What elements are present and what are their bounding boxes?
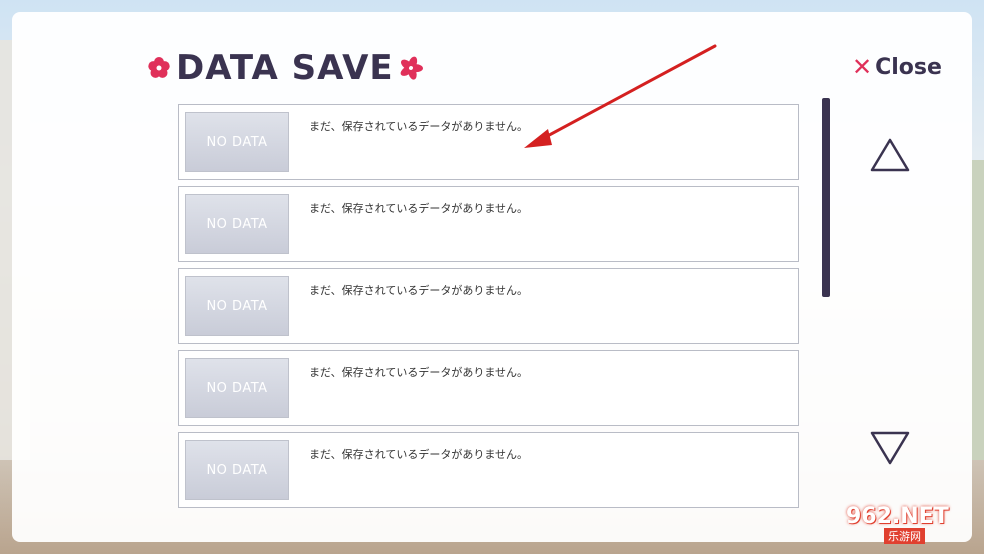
close-x-icon: ✕ — [852, 53, 873, 81]
watermark-logo: 962.NET — [846, 504, 949, 529]
slot-status-text: まだ、保存されているデータがありません。 — [309, 202, 529, 215]
save-slot[interactable]: NO DATA まだ、保存されているデータがありません。 — [178, 186, 799, 262]
save-slot[interactable]: NO DATA まだ、保存されているデータがありません。 — [178, 350, 799, 426]
slot-status-text: まだ、保存されているデータがありません。 — [309, 120, 529, 133]
scrollbar[interactable] — [822, 98, 830, 297]
watermark-subtitle: 乐游网 — [884, 528, 925, 544]
save-slot[interactable]: NO DATA まだ、保存されているデータがありません。 — [178, 432, 799, 508]
slot-status-text: まだ、保存されているデータがありません。 — [309, 366, 529, 379]
save-slot[interactable]: NO DATA まだ、保存されているデータがありません。 — [178, 104, 799, 180]
triangle-down-icon[interactable] — [869, 430, 911, 466]
slot-thumbnail: NO DATA — [185, 440, 289, 500]
page-title: DATA SAVE — [176, 48, 394, 88]
close-label: Close — [875, 54, 942, 80]
slot-thumbnail: NO DATA — [185, 194, 289, 254]
slot-thumbnail: NO DATA — [185, 358, 289, 418]
slot-thumbnail: NO DATA — [185, 276, 289, 336]
slot-thumbnail: NO DATA — [185, 112, 289, 172]
save-slot[interactable]: NO DATA まだ、保存されているデータがありません。 — [178, 268, 799, 344]
slot-status-text: まだ、保存されているデータがありません。 — [309, 448, 529, 461]
triangle-up-icon[interactable] — [869, 137, 911, 173]
slot-status-text: まだ、保存されているデータがありません。 — [309, 284, 529, 297]
site-watermark: 962.NET 乐游网 — [846, 506, 976, 548]
close-button[interactable]: ✕ Close — [852, 53, 942, 81]
title-area: DATA SAVE — [146, 48, 424, 88]
sakura-icon — [400, 56, 423, 80]
background-foliage — [970, 160, 984, 460]
save-slot-list: NO DATA まだ、保存されているデータがありません。 NO DATA まだ、… — [178, 104, 799, 514]
sakura-icon — [148, 57, 170, 78]
